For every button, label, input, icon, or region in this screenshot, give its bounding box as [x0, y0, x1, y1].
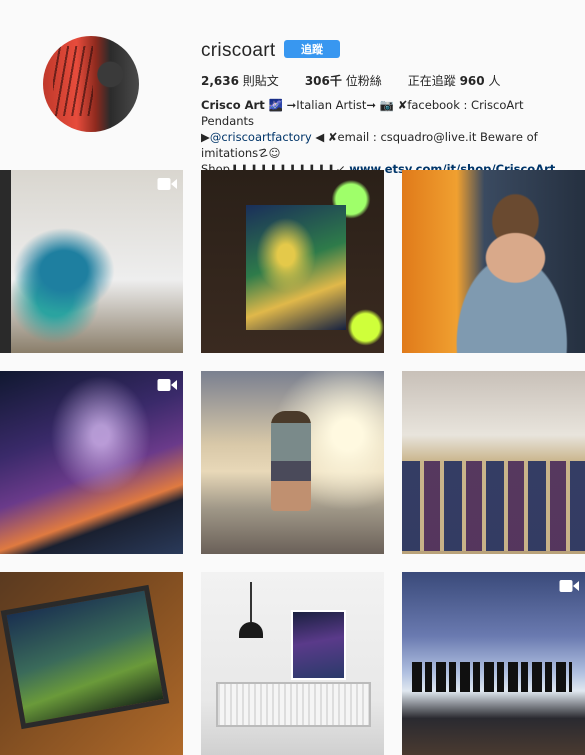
- profile-stats: 2,636 則貼文 306千 位粉絲 正在追蹤 960 人: [201, 72, 526, 89]
- video-camera-icon: [157, 178, 177, 190]
- post-tile[interactable]: [0, 371, 183, 554]
- bio-line-1: Crisco Art 🌌 ➞Italian Artist➞ 📷 ✘faceboo…: [201, 97, 573, 129]
- profile-username: criscoart: [201, 40, 276, 61]
- cabinet-image: [216, 682, 371, 727]
- paintings-image: [402, 461, 585, 551]
- following-stat[interactable]: 正在追蹤 960 人: [408, 72, 501, 89]
- following-prefix: 正在追蹤: [407, 74, 456, 88]
- video-camera-icon: [559, 580, 579, 592]
- posts-count: 2,636: [201, 74, 239, 88]
- painting-image: [291, 610, 346, 680]
- person-image: [271, 411, 311, 511]
- follow-button[interactable]: 追蹤: [284, 40, 340, 58]
- posts-count-stat: 2,636 則貼文: [201, 72, 279, 89]
- following-suffix: 人: [488, 74, 501, 88]
- post-tile[interactable]: [402, 572, 585, 755]
- post-tile[interactable]: [201, 170, 384, 353]
- bio-mention-link[interactable]: @criscoartfactory: [210, 130, 312, 144]
- followers-count: 306千: [304, 74, 342, 88]
- bio-line-2-prefix: ▶: [201, 130, 210, 144]
- video-camera-icon: [157, 379, 177, 391]
- post-tile[interactable]: [0, 170, 183, 353]
- post-tile[interactable]: [201, 572, 384, 755]
- skyline-painting-image: [412, 662, 572, 692]
- following-count: 960: [459, 74, 485, 88]
- lamp-image: [239, 582, 263, 638]
- followers-label: 位粉絲: [345, 74, 382, 88]
- painting-image: [246, 205, 346, 330]
- followers-stat[interactable]: 306千 位粉絲: [305, 72, 382, 89]
- post-tile[interactable]: [201, 371, 384, 554]
- post-tile[interactable]: [402, 371, 585, 554]
- post-tile[interactable]: [402, 170, 585, 353]
- bio-line-2: ▶@criscoartfactory ◀ ✘email : csquadro@l…: [201, 129, 573, 161]
- profile-bio: Crisco Art 🌌 ➞Italian Artist➞ 📷 ✘faceboo…: [201, 97, 573, 177]
- posts-label: 則貼文: [242, 74, 279, 88]
- framed-painting-image: [0, 584, 170, 730]
- post-tile[interactable]: [0, 572, 183, 755]
- bio-display-name: Crisco Art 🌌: [201, 98, 284, 112]
- profile-avatar[interactable]: [43, 36, 139, 132]
- profile-header: criscoart 追蹤 2,636 則貼文 306千 位粉絲 正在追蹤 960…: [0, 0, 585, 176]
